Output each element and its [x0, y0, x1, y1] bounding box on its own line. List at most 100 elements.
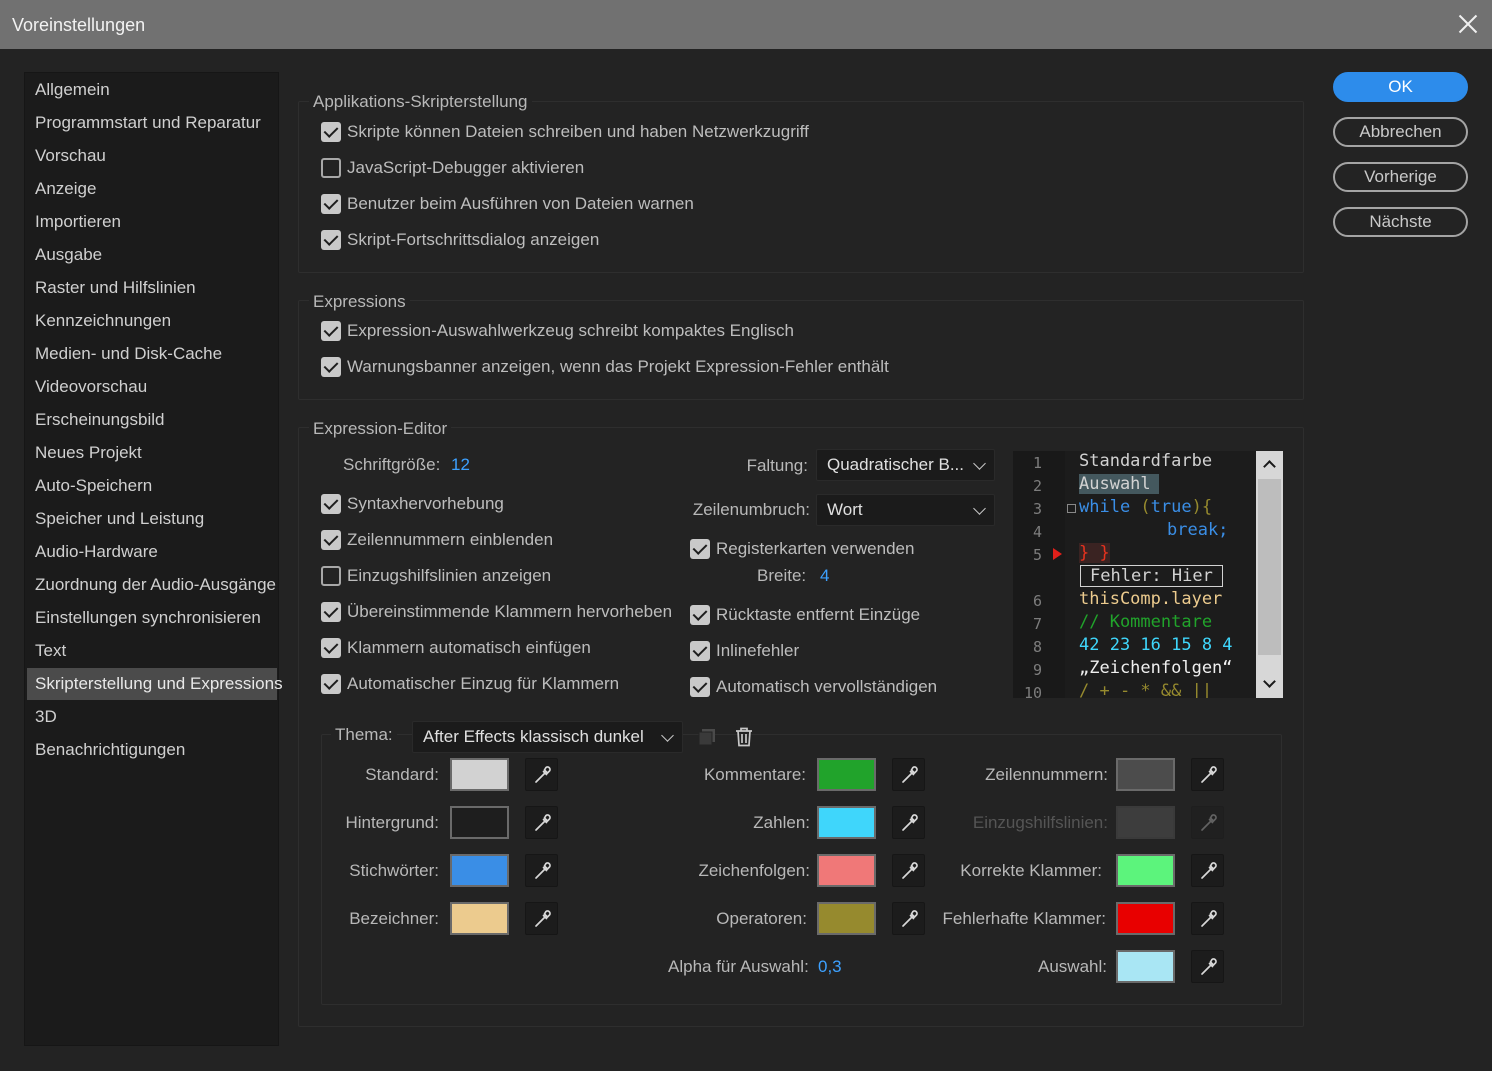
alpha-value[interactable]: 0,3 — [818, 957, 842, 977]
checkbox-warn-running-files[interactable]: Benutzer beim Ausführen von Dateien warn… — [321, 194, 694, 214]
checkbox-box[interactable] — [321, 122, 341, 142]
sidebar-item-anzeige[interactable]: Anzeige — [27, 173, 277, 205]
checkbox-box[interactable] — [321, 638, 341, 658]
sidebar-item-importieren[interactable]: Importieren — [27, 206, 277, 238]
sidebar-item-kennzeichnungen[interactable]: Kennzeichnungen — [27, 305, 277, 337]
sidebar-item-erscheinungsbild[interactable]: Erscheinungsbild — [27, 404, 277, 436]
checkbox-script-progress[interactable]: Skript-Fortschrittsdialog anzeigen — [321, 230, 599, 250]
eyedropper-icon[interactable] — [892, 758, 925, 791]
sidebar-item-auto-speichern[interactable]: Auto-Speichern — [27, 470, 277, 502]
wrap-dropdown[interactable]: Wort — [816, 494, 995, 526]
sidebar-item-speicher[interactable]: Speicher und Leistung — [27, 503, 277, 535]
eyedropper-icon[interactable] — [525, 758, 558, 791]
checkbox-match-brackets[interactable]: Übereinstimmende Klammern hervorheben — [321, 602, 672, 622]
checkbox-box[interactable] — [321, 602, 341, 622]
checkbox-box[interactable] — [321, 194, 341, 214]
checkbox-box[interactable] — [321, 321, 341, 341]
checkbox-box[interactable] — [690, 677, 710, 697]
eyedropper-icon[interactable] — [892, 854, 925, 887]
swatch-background[interactable] — [450, 806, 509, 839]
color-label-strings: Zeichenfolgen: — [698, 861, 810, 880]
checkbox-syntax-highlight[interactable]: Syntaxhervorhebung — [321, 494, 504, 514]
color-label-numbers: Zahlen: — [753, 813, 810, 832]
checkbox-auto-indent[interactable]: Automatischer Einzug für Klammern — [321, 674, 619, 694]
eyedropper-icon[interactable] — [525, 854, 558, 887]
checkbox-box[interactable] — [690, 539, 710, 559]
checkbox-scripts-write-files[interactable]: Skripte können Dateien schreiben und hab… — [321, 122, 809, 142]
checkbox-box[interactable] — [690, 641, 710, 661]
checkbox-autocomplete[interactable]: Automatisch vervollständigen — [690, 677, 937, 697]
sidebar-item-vorschau[interactable]: Vorschau — [27, 140, 277, 172]
theme-dropdown[interactable]: After Effects klassisch dunkel — [412, 721, 683, 753]
checkbox-box[interactable] — [321, 566, 341, 586]
swatch-operators[interactable] — [817, 902, 876, 935]
font-size-label: Schriftgröße: — [343, 455, 441, 474]
eyedropper-icon[interactable] — [525, 902, 558, 935]
swatch-bad-bracket[interactable] — [1116, 902, 1175, 935]
checkbox-compact-english[interactable]: Expression-Auswahlwerkzeug schreibt komp… — [321, 321, 794, 341]
eyedropper-icon[interactable] — [525, 806, 558, 839]
eyedropper-icon[interactable] — [1191, 854, 1224, 887]
duplicate-icon[interactable] — [698, 728, 716, 746]
checkbox-use-tabs[interactable]: Registerkarten verwenden — [690, 539, 914, 559]
checkbox-box[interactable] — [321, 674, 341, 694]
sidebar-item-ausgabe[interactable]: Ausgabe — [27, 239, 277, 271]
sidebar-item-programmstart[interactable]: Programmstart und Reparatur — [27, 107, 277, 139]
scrollbar-thumb[interactable] — [1258, 479, 1281, 655]
sidebar-item-videovorschau[interactable]: Videovorschau — [27, 371, 277, 403]
checkbox-box[interactable] — [321, 357, 341, 377]
sidebar-item-audio-ausgaenge[interactable]: Zuordnung der Audio-Ausgänge — [27, 569, 277, 601]
swatch-comments[interactable] — [817, 758, 876, 791]
swatch-identifiers[interactable] — [450, 902, 509, 935]
eyedropper-icon[interactable] — [1191, 758, 1224, 791]
code-line-break: break; — [1167, 520, 1229, 540]
fold-marker-icon[interactable] — [1067, 504, 1076, 513]
swatch-numbers[interactable] — [817, 806, 876, 839]
sidebar-item-benachrichtigungen[interactable]: Benachrichtigungen — [27, 734, 277, 766]
sidebar-item-3d[interactable]: 3D — [27, 701, 277, 733]
next-button[interactable]: Nächste — [1333, 207, 1468, 237]
checkbox-auto-close-brackets[interactable]: Klammern automatisch einfügen — [321, 638, 591, 658]
sidebar-item-allgemein[interactable]: Allgemein — [27, 74, 277, 106]
code-line-numbers: 42 23 16 15 8 4 — [1079, 635, 1233, 655]
checkbox-backspace-unindent[interactable]: Rücktaste entfernt Einzüge — [690, 605, 920, 625]
trash-icon[interactable] — [735, 727, 753, 747]
close-icon[interactable] — [1458, 14, 1478, 34]
sidebar-item-audio-hardware[interactable]: Audio-Hardware — [27, 536, 277, 568]
checkbox-box[interactable] — [321, 230, 341, 250]
cancel-button[interactable]: Abbrechen — [1333, 117, 1468, 147]
sidebar-item-neues-projekt[interactable]: Neues Projekt — [27, 437, 277, 469]
sidebar-item-synchronisieren[interactable]: Einstellungen synchronisieren — [27, 602, 277, 634]
code-line-comment: // Kommentare — [1079, 612, 1213, 632]
ok-button[interactable]: OK — [1333, 72, 1468, 102]
sidebar-item-skripterstellung[interactable]: Skripterstellung und Expressions — [27, 668, 283, 700]
sidebar-item-text[interactable]: Text — [27, 635, 277, 667]
sidebar-item-raster[interactable]: Raster und Hilfslinien — [27, 272, 277, 304]
swatch-keywords[interactable] — [450, 854, 509, 887]
checkbox-indent-guides[interactable]: Einzugshilfslinien anzeigen — [321, 566, 551, 586]
checkbox-box[interactable] — [690, 605, 710, 625]
swatch-strings[interactable] — [817, 854, 876, 887]
eyedropper-icon[interactable] — [1191, 902, 1224, 935]
eyedropper-icon[interactable] — [1191, 950, 1224, 983]
swatch-standard[interactable] — [450, 758, 509, 791]
checkbox-box[interactable] — [321, 530, 341, 550]
swatch-matching-bracket[interactable] — [1116, 854, 1175, 887]
font-size-value[interactable]: 12 — [451, 455, 470, 475]
checkbox-inline-errors[interactable]: Inlinefehler — [690, 641, 799, 661]
checkbox-js-debugger[interactable]: JavaScript-Debugger aktivieren — [321, 158, 584, 178]
checkbox-warning-banner[interactable]: Warnungsbanner anzeigen, wenn das Projek… — [321, 357, 889, 377]
checkbox-line-numbers[interactable]: Zeilennummern einblenden — [321, 530, 553, 550]
sidebar-item-medien-cache[interactable]: Medien- und Disk-Cache — [27, 338, 277, 370]
alpha-label: Alpha für Auswahl: — [668, 957, 809, 976]
error-marker-icon — [1053, 548, 1062, 560]
checkbox-box[interactable] — [321, 158, 341, 178]
checkbox-box[interactable] — [321, 494, 341, 514]
swatch-line-numbers[interactable] — [1116, 758, 1175, 791]
eyedropper-icon[interactable] — [892, 806, 925, 839]
previous-button[interactable]: Vorherige — [1333, 162, 1468, 192]
folding-dropdown[interactable]: Quadratischer B... — [816, 449, 995, 481]
tab-width-value[interactable]: 4 — [820, 566, 829, 586]
eyedropper-icon[interactable] — [892, 902, 925, 935]
swatch-selection[interactable] — [1116, 950, 1175, 983]
